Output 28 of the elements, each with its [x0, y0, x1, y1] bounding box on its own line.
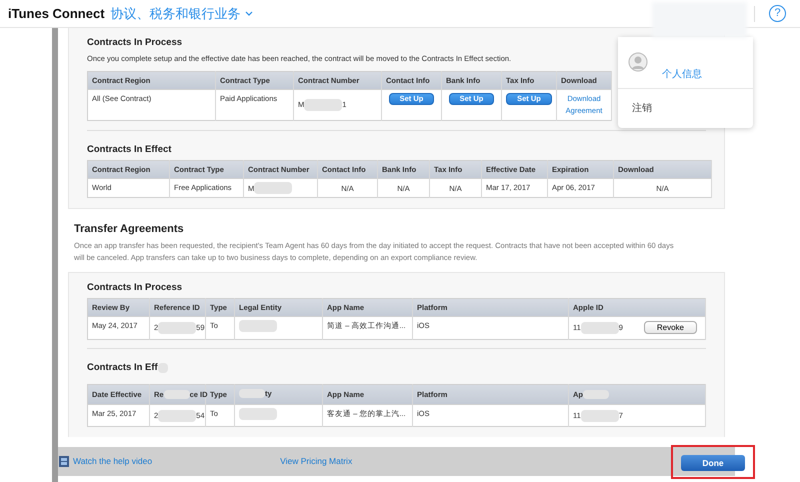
pricing-matrix-link[interactable]: View Pricing Matrix: [280, 455, 352, 468]
section-heading: Contracts In Process: [87, 36, 182, 50]
redaction-blur: [580, 410, 619, 422]
brand-title: iTunes Connect: [8, 4, 105, 23]
film-icon: [59, 456, 69, 467]
redaction-blur: [580, 322, 619, 334]
section-heading: Contracts In Effect: [87, 142, 172, 157]
redaction-blur: [254, 182, 292, 194]
section-heading: Contracts In Eff: [87, 361, 158, 376]
avatar-icon: [628, 52, 648, 72]
redaction-blur: [239, 388, 265, 398]
chevron-icon: [244, 10, 253, 16]
done-button[interactable]: Done: [681, 454, 745, 471]
redaction-blur: [158, 322, 196, 334]
section-menu[interactable]: 协议、税务和银行业务: [110, 4, 253, 24]
section-title: Transfer Agreements: [74, 222, 184, 238]
redaction-blur: [304, 98, 342, 111]
revoke-button[interactable]: Revoke: [644, 321, 697, 334]
sign-out-item[interactable]: 注销: [618, 89, 753, 128]
redaction-blur: [164, 390, 190, 399]
redaction-blur: [239, 408, 277, 420]
profile-link[interactable]: 个人信息: [662, 67, 702, 82]
redaction-blur: [239, 320, 277, 332]
section-heading: Contracts In Process: [87, 280, 182, 295]
redaction-blur: [583, 390, 609, 399]
help-button[interactable]: ?: [769, 5, 786, 22]
redaction-blur: [158, 410, 196, 422]
help-video-link[interactable]: Watch the help video: [73, 455, 152, 468]
